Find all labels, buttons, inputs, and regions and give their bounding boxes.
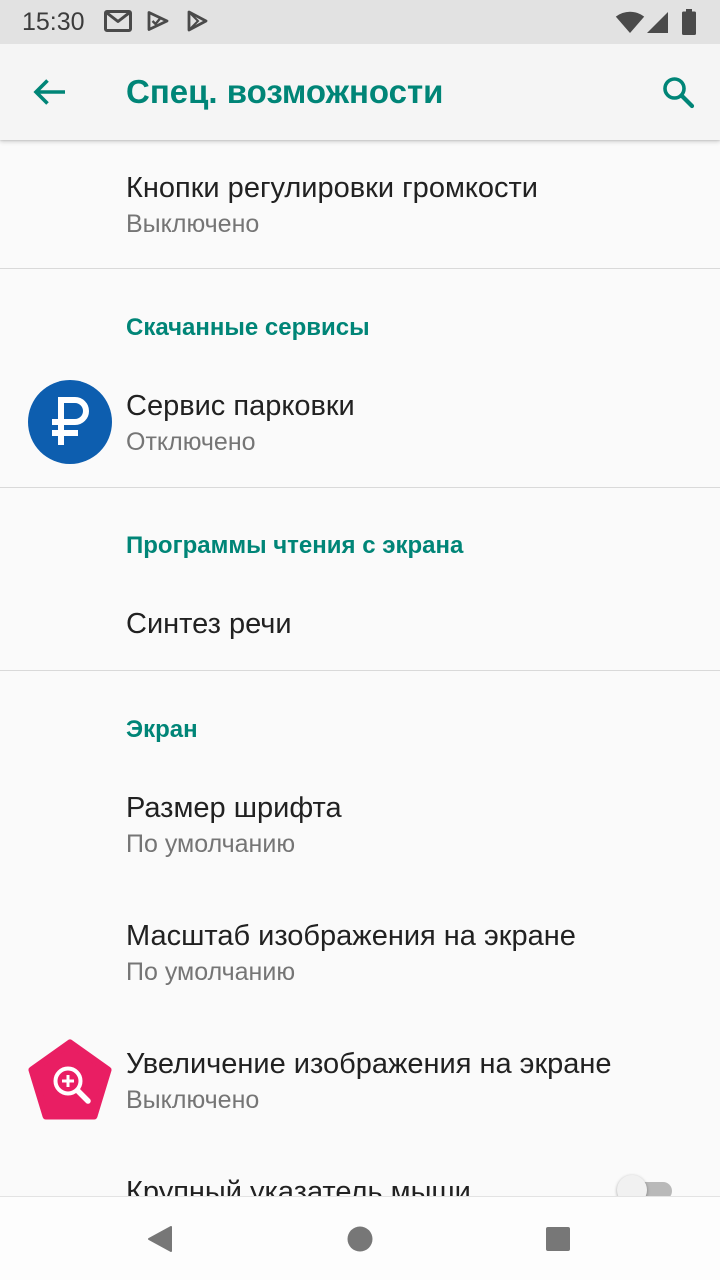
ruble-circle-icon xyxy=(28,380,112,464)
setting-title: Синтез речи xyxy=(126,608,292,640)
setting-parking-service[interactable]: Сервис парковки Отключено xyxy=(0,360,720,487)
setting-title: Масштаб изображения на экране xyxy=(126,920,576,952)
category-display: Экран xyxy=(0,671,720,764)
setting-volume-keys[interactable]: Кнопки регулировки громкости Выключено xyxy=(0,140,720,268)
search-icon xyxy=(661,75,695,109)
nav-back-icon xyxy=(145,1224,175,1254)
wifi-icon xyxy=(615,11,645,33)
switch-thumb xyxy=(617,1175,647,1196)
setting-font-size[interactable]: Размер шрифта По умолчанию xyxy=(0,764,720,892)
setting-summary: Выключено xyxy=(126,210,260,238)
setting-display-size[interactable]: Масштаб изображения на экране По умолчан… xyxy=(0,892,720,1020)
setting-summary: Выключено xyxy=(126,1086,260,1114)
setting-summary: По умолчанию xyxy=(126,958,296,986)
setting-title: Сервис парковки xyxy=(126,390,355,422)
setting-large-mouse-pointer[interactable]: Крупный указатель мыши xyxy=(0,1148,720,1196)
nav-recents-button[interactable] xyxy=(528,1209,588,1269)
setting-title: Увеличение изображения на экране xyxy=(126,1048,612,1080)
setting-summary: Отключено xyxy=(126,428,256,456)
category-header: Скачанные сервисы xyxy=(126,314,370,341)
page-title: Спец. возможности xyxy=(126,73,444,110)
arrow-back-icon xyxy=(33,78,67,106)
nav-home-icon xyxy=(346,1225,374,1253)
back-button[interactable] xyxy=(26,68,74,116)
setting-summary: По умолчанию xyxy=(126,830,296,858)
navigation-bar xyxy=(0,1196,720,1280)
google-play-icon xyxy=(186,10,208,32)
nav-back-button[interactable] xyxy=(130,1209,190,1269)
large-pointer-switch[interactable] xyxy=(614,1174,676,1196)
search-button[interactable] xyxy=(654,68,702,116)
setting-title: Размер шрифта xyxy=(126,792,342,824)
app-bar: Спец. возможности xyxy=(0,44,720,140)
status-bar: 15:30 xyxy=(0,0,720,44)
setting-title: Кнопки регулировки громкости xyxy=(126,172,539,204)
category-header: Экран xyxy=(126,716,198,743)
gmail-icon xyxy=(104,10,132,32)
magnification-icon xyxy=(28,1038,112,1122)
setting-magnification[interactable]: Увеличение изображения на экране Выключе… xyxy=(0,1020,720,1148)
battery-icon xyxy=(682,9,696,35)
nav-recents-icon xyxy=(545,1226,571,1252)
category-header: Программы чтения с экрана xyxy=(126,532,464,559)
play-store-update-icon xyxy=(146,10,170,32)
nav-home-button[interactable] xyxy=(330,1209,390,1269)
status-time: 15:30 xyxy=(22,8,85,36)
category-screen-readers: Программы чтения с экрана xyxy=(0,488,720,580)
setting-title: Крупный указатель мыши xyxy=(126,1176,471,1196)
category-downloaded-services: Скачанные сервисы xyxy=(0,269,720,360)
setting-text-to-speech[interactable]: Синтез речи xyxy=(0,580,720,670)
cell-signal-icon xyxy=(647,11,669,33)
settings-list: Кнопки регулировки громкости Выключено С… xyxy=(0,140,720,1196)
